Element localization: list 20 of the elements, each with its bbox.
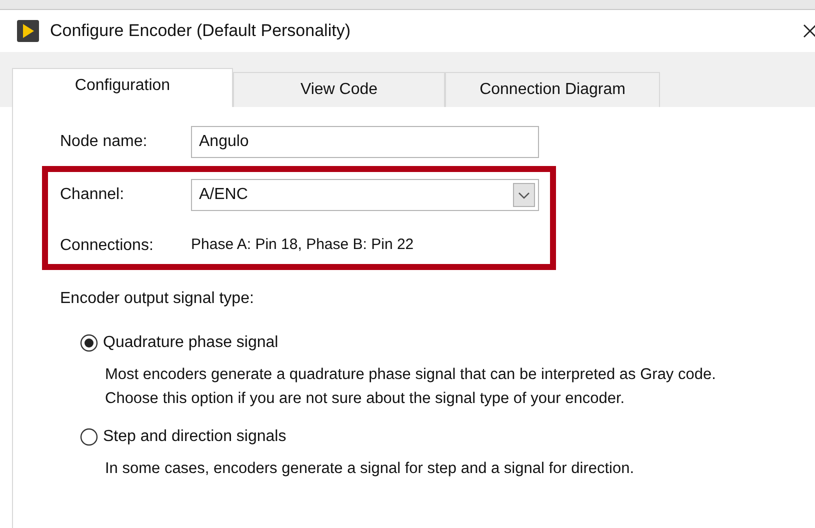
tab[interactable]: Configuration [12,68,233,107]
option-description: Most encoders generate a quadrature phase signal that can be interpreted as Gray code. Choose this option if you are not sure about the signal type of your encoder. [105,365,717,409]
option-label[interactable]: Quadrature phase signal [103,331,278,355]
field-label: Connections: [60,236,154,256]
radio-button[interactable] [80,334,98,352]
option-description: In some cases, encoders generate a signal for step and a signal for direction. [105,459,636,479]
channel-dropdown[interactable]: A/ENC [191,178,539,210]
section-label: Encoder output signal type: [60,289,255,309]
field-label: Node name: [60,132,148,152]
option-label[interactable]: Step and direction signals [103,425,286,449]
close-icon[interactable] [803,24,815,38]
tab[interactable]: Connection Diagram [445,72,660,107]
chevron-icon [513,182,535,206]
connections-value: Phase A: Pin 18, Phase B: Pin 22 [191,235,414,256]
app-icon [17,20,39,42]
radio-button[interactable] [80,428,98,446]
node-name-field[interactable]: Angulo [191,126,539,158]
tab[interactable]: View Code [233,72,445,107]
window-title: Configure Encoder (Default Personality) [50,20,350,42]
field-label: Channel: [60,184,126,204]
